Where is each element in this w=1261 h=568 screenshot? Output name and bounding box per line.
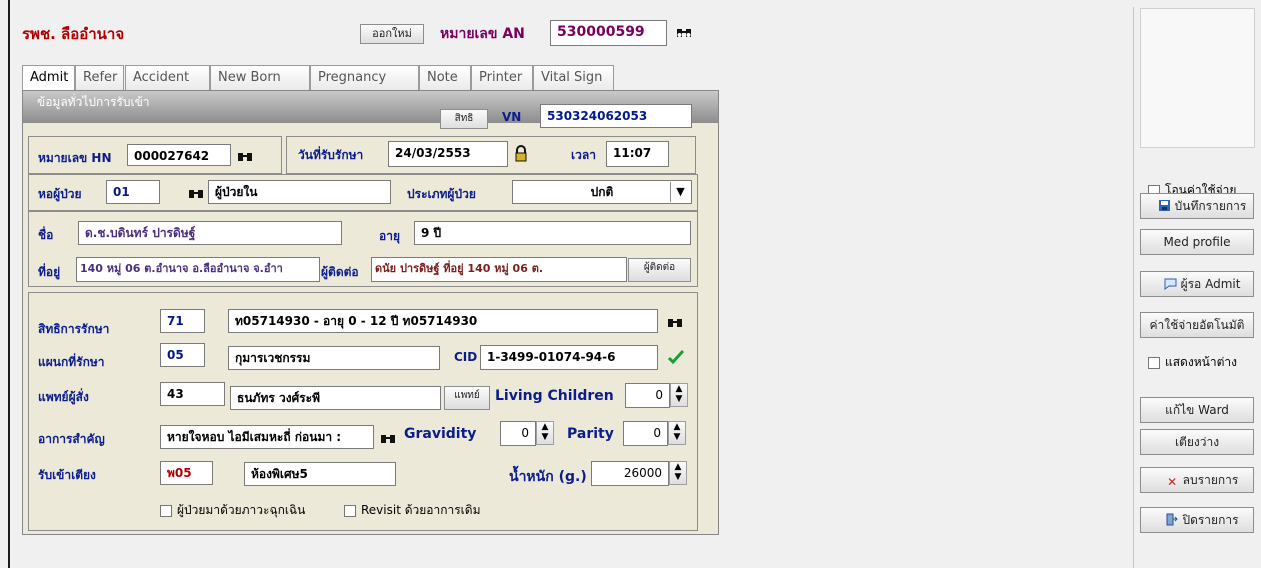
tab-vital-sign[interactable]: Vital Sign [533, 65, 614, 91]
emergency-checkbox[interactable]: ผู้ป่วยมาด้วยภาวะฉุกเฉิน [160, 501, 305, 520]
exit-icon [1165, 510, 1179, 526]
an-input[interactable]: 530000599 [550, 20, 667, 46]
time-input[interactable]: 11:07 [606, 141, 669, 167]
waiting-admit-label: ผู้รอ Admit [1180, 277, 1241, 291]
name-label: ชื่อ [38, 228, 54, 242]
living-children-stepper[interactable]: ▲ ▼ [670, 383, 688, 407]
bed-code-input[interactable]: พ05 [160, 461, 213, 485]
department-code-input[interactable]: 05 [160, 343, 205, 367]
admit-date-label: วันที่รับรักษา [298, 148, 364, 162]
new-admission-button[interactable]: ออกใหม่ [360, 24, 424, 44]
ward-label: หอผู้ป่วย [38, 187, 82, 201]
cid-label: CID [454, 350, 478, 364]
department-label: แผนกที่รักษา [38, 355, 105, 369]
binoculars-icon[interactable] [236, 147, 254, 163]
close-icon: ✕ [1167, 475, 1178, 489]
doctor-button[interactable]: แพทย์ [444, 386, 490, 410]
checkmark-icon [667, 349, 685, 365]
show-window-checkbox[interactable]: แสดงหน้าต่าง [1148, 353, 1237, 372]
rights-name-input[interactable]: ท05714930 - อายุ 0 - 12 ปี ท05714930 [228, 309, 658, 333]
admit-date-input[interactable]: 24/03/2553 [388, 141, 508, 167]
tab-printer[interactable]: Printer [471, 65, 533, 91]
hn-label: หมายเลข HN [38, 151, 112, 165]
contact-label: ผู้ติดต่อ [321, 265, 359, 279]
preview-box [1140, 8, 1255, 148]
ward-name-input[interactable]: ผู้ป่วยใน [208, 180, 391, 204]
med-profile-button[interactable]: Med profile [1140, 229, 1254, 255]
weight-stepper[interactable]: ▲ ▼ [669, 461, 687, 485]
tab-admit[interactable]: Admit [22, 65, 75, 91]
tab-newborn[interactable]: New Born [210, 65, 310, 91]
weight-label: น้ำหนัก (g.) [509, 469, 587, 485]
hn-input[interactable]: 000027642 [127, 144, 231, 166]
empty-bed-button[interactable]: เตียงว่าง [1140, 429, 1254, 455]
revisit-checkbox[interactable]: Revisit ด้วยอาการเดิม [344, 501, 480, 520]
waiting-admit-button[interactable]: ผู้รอ Admit [1140, 271, 1254, 297]
age-input[interactable]: 9 ปี [414, 221, 691, 245]
contact-button[interactable]: ผู้ติดต่อ [628, 258, 691, 282]
living-children-input[interactable]: 0 [625, 383, 670, 408]
close-record-button[interactable]: ปิดรายการ [1140, 507, 1254, 533]
symptom-input[interactable]: หายใจหอบ ไอมีเสมหะถี่ ก่อนมา : [160, 425, 374, 449]
close-record-label: ปิดรายการ [1182, 513, 1239, 527]
emergency-label: ผู้ป่วยมาด้วยภาวะฉุกเฉิน [177, 503, 306, 517]
parity-stepper[interactable]: ▲ ▼ [668, 421, 686, 445]
delete-button[interactable]: ✕ ลบรายการ [1140, 467, 1254, 493]
an-label: หมายเลข AN [440, 26, 525, 42]
department-name-input[interactable]: กุมารเวชกรรม [228, 346, 440, 370]
address-input[interactable]: 140 หมู่ 06 ต.อำนาจ อ.ลืออำนาจ จ.อำา [76, 257, 320, 282]
time-label: เวลา [571, 148, 596, 162]
bed-name-input[interactable]: ห้องพิเศษ5 [244, 462, 396, 486]
parity-label: Parity [567, 426, 614, 442]
left-divider [8, 0, 10, 568]
doctor-code-input[interactable]: 43 [160, 382, 225, 406]
bed-label: รับเข้าเตียง [38, 468, 96, 482]
chevron-down-icon[interactable]: ▼ [670, 182, 690, 202]
show-window-label: แสดงหน้าต่าง [1165, 355, 1237, 369]
rights-button[interactable]: สิทธิ [440, 109, 488, 129]
age-label: อายุ [379, 229, 400, 243]
lock-icon[interactable] [513, 145, 529, 163]
treatment-rights-label: สิทธิการรักษา [38, 322, 110, 336]
gravidity-input[interactable]: 0 [500, 421, 536, 446]
rights-code-input[interactable]: 71 [160, 309, 205, 333]
binoculars-icon[interactable] [379, 429, 397, 445]
delete-label: ลบรายการ [1182, 473, 1239, 487]
patient-name-input[interactable]: ด.ช.บดินทร์ ปารดิษฐ์ [78, 221, 342, 245]
tab-pregnancy[interactable]: Pregnancy [310, 65, 419, 91]
save-label: บันทึกรายการ [1174, 199, 1247, 213]
show-window-box[interactable] [1148, 356, 1160, 369]
doctor-label: แพทย์ผู้สั่ง [38, 390, 89, 404]
hospital-title: รพช. ลืออำนาจ [22, 25, 125, 43]
patient-type-select[interactable]: ปกติ [512, 180, 692, 204]
note-icon [1164, 274, 1177, 290]
save-icon [1158, 196, 1171, 211]
living-children-label: Living Children [495, 388, 614, 404]
symptom-label: อาการสำคัญ [38, 432, 105, 446]
weight-input[interactable]: 26000 [591, 461, 669, 486]
binoculars-icon[interactable] [675, 23, 693, 39]
address-label: ที่อยู่ [38, 265, 61, 279]
auto-expense-button[interactable]: ค่าใช้จ่ายอัตโนมัติ [1140, 312, 1254, 338]
revisit-label: Revisit ด้วยอาการเดิม [361, 503, 481, 517]
contact-input[interactable]: ดนัย ปารดิษฐ์ ที่อยู่ 140 หมู่ 06 ต. [371, 257, 627, 282]
tab-accident[interactable]: Accident [125, 65, 210, 91]
binoculars-icon[interactable] [187, 184, 205, 200]
tab-refer[interactable]: Refer [75, 65, 124, 91]
cid-input[interactable]: 1-3499-01074-94-6 [480, 345, 658, 370]
parity-input[interactable]: 0 [623, 421, 668, 446]
doctor-name-input[interactable]: ธนภัทร วงศ์ระพี [230, 386, 441, 410]
vn-label: VN [502, 110, 522, 124]
revisit-checkbox-box[interactable] [344, 504, 356, 517]
binoculars-icon[interactable] [666, 313, 684, 329]
ward-code-input[interactable]: 01 [106, 180, 160, 204]
save-button[interactable]: บันทึกรายการ [1140, 193, 1254, 219]
edit-ward-button[interactable]: แก้ไข Ward [1140, 397, 1254, 423]
gravidity-stepper[interactable]: ▲ ▼ [536, 421, 554, 445]
gravidity-label: Gravidity [404, 426, 477, 442]
tab-note[interactable]: Note [419, 65, 471, 91]
emergency-checkbox-box[interactable] [160, 504, 172, 517]
patient-type-label: ประเภทผู้ป่วย [407, 187, 476, 201]
vn-input[interactable]: 530324062053 [540, 104, 692, 128]
